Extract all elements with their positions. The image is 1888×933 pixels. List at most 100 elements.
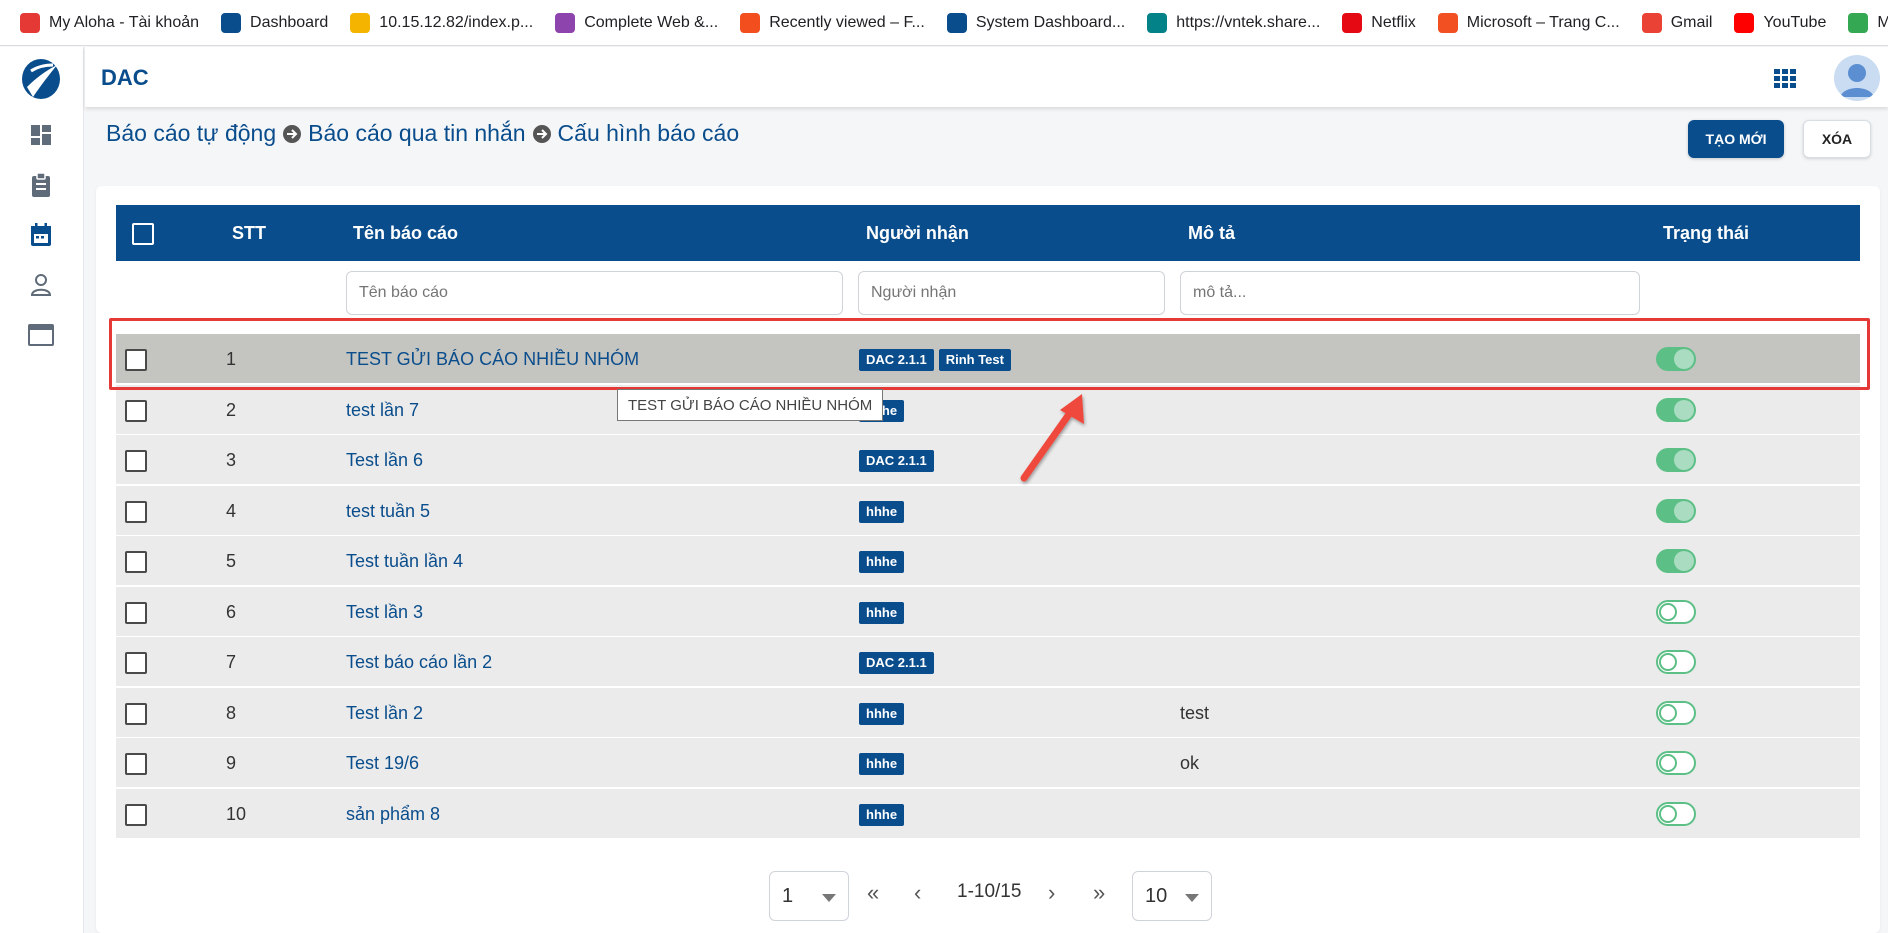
recipient-badge: DAC 2.1.1 (859, 450, 934, 472)
row-checkbox[interactable] (125, 551, 147, 573)
recipient-filter-input[interactable] (858, 271, 1165, 315)
breadcrumb-item-message-report[interactable]: Báo cáo qua tin nhắn (308, 120, 525, 147)
row-report-name[interactable]: sản phẩm 8 (346, 804, 440, 825)
youtube-icon (1734, 12, 1755, 33)
create-button[interactable]: TẠO MỚI (1688, 120, 1784, 158)
row-stt: 6 (226, 601, 237, 622)
breadcrumb-item-report-config[interactable]: Cấu hình báo cáo (558, 120, 740, 147)
bookmark-item[interactable]: https://vntek.share... (1147, 0, 1321, 45)
table-row[interactable]: 2test lần 7hhhe (116, 384, 1860, 435)
status-toggle[interactable] (1656, 498, 1696, 523)
calendar-icon[interactable] (27, 221, 55, 249)
row-checkbox[interactable] (125, 349, 147, 371)
table-row[interactable]: 4 test tuần 5 hhhe (116, 485, 1860, 536)
bookmark-item[interactable]: Recently viewed – F... (740, 0, 925, 45)
user-icon[interactable] (27, 271, 55, 299)
row-recipients: hhhe (859, 551, 905, 573)
table-row[interactable]: 5 Test tuần lần 4 hhhe (116, 536, 1860, 586)
fpt-icon (946, 12, 967, 33)
next-page-icon[interactable]: › (1048, 880, 1055, 906)
table-row[interactable]: 3 Test lần 6 DAC 2.1.1 (116, 435, 1860, 485)
row-checkbox[interactable] (125, 399, 147, 422)
row-report-name[interactable]: TEST GỬI BÁO CÁO NHIỀU NHÓM (346, 349, 639, 370)
status-toggle[interactable] (1656, 751, 1696, 775)
bookmarks-bar: My Aloha - Tài khoản Dashboard 10.15.12.82… (0, 0, 1888, 46)
status-toggle[interactable] (1656, 448, 1696, 472)
delete-button[interactable]: XÓA (1803, 120, 1871, 158)
row-report-name[interactable]: Test lần 3 (346, 602, 423, 623)
status-toggle[interactable] (1656, 801, 1696, 826)
row-checkbox[interactable] (125, 652, 147, 674)
bookmark-item[interactable]: System Dashboard... (946, 0, 1125, 45)
avatar[interactable] (1834, 55, 1880, 101)
microsoft-icon (1437, 12, 1458, 33)
page-size-value: 10 (1145, 884, 1168, 907)
description-filter-input[interactable] (1180, 271, 1640, 315)
row-recipients: hhhe (859, 601, 905, 624)
table-row[interactable]: 7 Test báo cáo lần 2 DAC 2.1.1 (116, 637, 1860, 687)
page-size-select[interactable]: 10 (1132, 871, 1212, 921)
row-checkbox[interactable] (125, 702, 147, 725)
table-row[interactable]: 1 TEST GỬI BÁO CÁO NHIỀU NHÓM DAC 2.1.1 Rin… (116, 334, 1860, 384)
status-toggle[interactable] (1656, 397, 1696, 422)
row-report-name[interactable]: Test lần 2 (346, 703, 423, 724)
row-report-name[interactable]: test lần 7 (346, 400, 419, 421)
row-report-name[interactable]: Test lần 6 (346, 450, 423, 471)
status-toggle[interactable] (1656, 549, 1696, 573)
bookmark-label: https://vntek.share... (1176, 13, 1321, 31)
bookmark-item[interactable]: Dashboard (221, 0, 328, 45)
row-recipients: hhhe (859, 803, 905, 826)
row-checkbox[interactable] (125, 500, 147, 523)
bookmark-item[interactable]: Netflix (1342, 0, 1416, 45)
page-select[interactable]: 1 (769, 871, 849, 921)
bookmark-item[interactable]: YouTube (1734, 0, 1826, 45)
table-row[interactable]: 10 sản phẩm 8 hhhe (116, 788, 1860, 839)
row-description: test (1180, 702, 1210, 723)
last-page-icon[interactable]: » (1093, 880, 1105, 906)
row-report-name[interactable]: Test 19/6 (346, 753, 419, 774)
row-recipients: DAC 2.1.1 (859, 652, 934, 674)
window-icon[interactable] (27, 321, 55, 349)
pagination-range: 1-10/15 (957, 881, 1022, 902)
row-checkbox[interactable] (125, 601, 147, 624)
row-checkbox[interactable] (125, 803, 147, 826)
dashboard-icon[interactable] (27, 121, 55, 149)
prev-page-icon[interactable]: ‹ (914, 880, 921, 906)
bookmark-item[interactable]: Maps (1848, 0, 1888, 45)
row-checkbox[interactable] (125, 450, 147, 472)
status-toggle[interactable] (1656, 650, 1696, 674)
table-row[interactable]: 9 Test 19/6 hhhe ok (116, 738, 1860, 788)
status-toggle[interactable] (1656, 599, 1696, 624)
apps-grid-icon[interactable] (1774, 69, 1796, 89)
status-toggle[interactable] (1656, 347, 1696, 371)
breadcrumb-item-auto-report[interactable]: Báo cáo tự động (106, 120, 276, 147)
netflix-icon (1342, 12, 1363, 33)
table-row[interactable]: 8 Test lần 2 hhhe test (116, 687, 1860, 738)
bookmark-item[interactable]: 10.15.12.82/index.p... (350, 0, 533, 45)
bookmark-item[interactable]: Microsoft – Trang C... (1437, 0, 1620, 45)
row-checkbox[interactable] (125, 753, 147, 775)
bookmark-item[interactable]: Complete Web &... (555, 0, 718, 45)
recipient-badge: hhhe (859, 500, 905, 523)
site-icon (350, 12, 371, 33)
row-report-name[interactable]: test tuần 5 (346, 501, 430, 522)
table-row[interactable]: 6 Test lần 3 hhhe (116, 586, 1860, 637)
app-logo-icon[interactable] (19, 57, 63, 101)
bookmark-label: Microsoft – Trang C... (1466, 13, 1620, 31)
first-page-icon[interactable]: « (867, 880, 879, 906)
bookmark-label: My Aloha - Tài khoản (49, 13, 200, 31)
bookmark-item[interactable]: My Aloha - Tài khoản (20, 0, 200, 45)
gmail-icon (1641, 12, 1662, 33)
chevron-down-icon (1185, 894, 1199, 902)
row-recipients: DAC 2.1.1 Rinh Test (859, 349, 1011, 371)
select-all-checkbox[interactable] (132, 223, 154, 245)
row-stt: 8 (226, 702, 237, 723)
bookmark-item[interactable]: Gmail (1641, 0, 1712, 45)
arrow-circle-right-icon (532, 124, 551, 143)
status-toggle[interactable] (1656, 700, 1696, 725)
row-report-name[interactable]: Test báo cáo lần 2 (346, 652, 492, 673)
row-report-name[interactable]: Test tuần lần 4 (346, 551, 463, 572)
maps-icon (1848, 12, 1869, 33)
clipboard-icon[interactable] (27, 171, 55, 199)
name-filter-input[interactable] (346, 271, 843, 315)
